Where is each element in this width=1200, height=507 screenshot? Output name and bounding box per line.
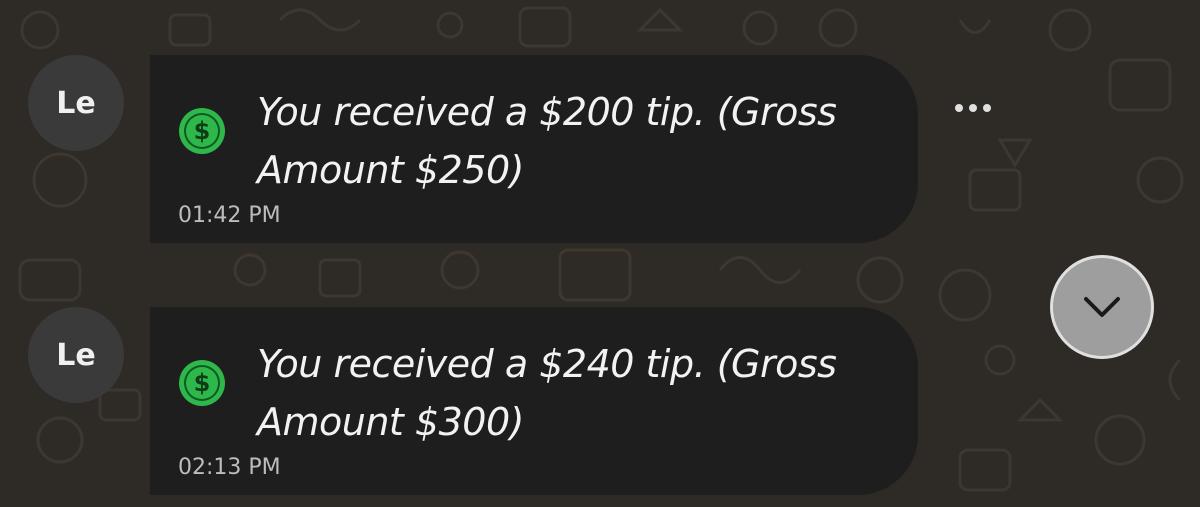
dollar-coin-icon: $ — [179, 360, 225, 406]
message-text: You received a $200 tip. (Gross Amount $… — [257, 90, 837, 192]
svg-text:$: $ — [194, 369, 211, 397]
message-bubble[interactable]: $ You received a $200 tip. (Gross Amount… — [150, 55, 918, 243]
scroll-to-bottom-button[interactable] — [1050, 255, 1154, 359]
message-text: You received a $240 tip. (Gross Amount $… — [257, 342, 837, 444]
sender-avatar[interactable]: Le — [28, 307, 124, 403]
chevron-down-icon — [1084, 297, 1120, 317]
more-horizontal-icon — [955, 104, 963, 112]
message-timestamp: 01:42 PM — [178, 203, 281, 228]
message-timestamp: 02:13 PM — [178, 455, 281, 480]
avatar-initials: Le — [56, 85, 96, 121]
sender-avatar[interactable]: Le — [28, 55, 124, 151]
more-options-button[interactable] — [955, 98, 991, 118]
avatar-initials: Le — [56, 337, 96, 373]
svg-text:$: $ — [194, 117, 211, 145]
message-bubble[interactable]: $ You received a $240 tip. (Gross Amount… — [150, 307, 918, 495]
dollar-coin-icon: $ — [179, 108, 225, 154]
